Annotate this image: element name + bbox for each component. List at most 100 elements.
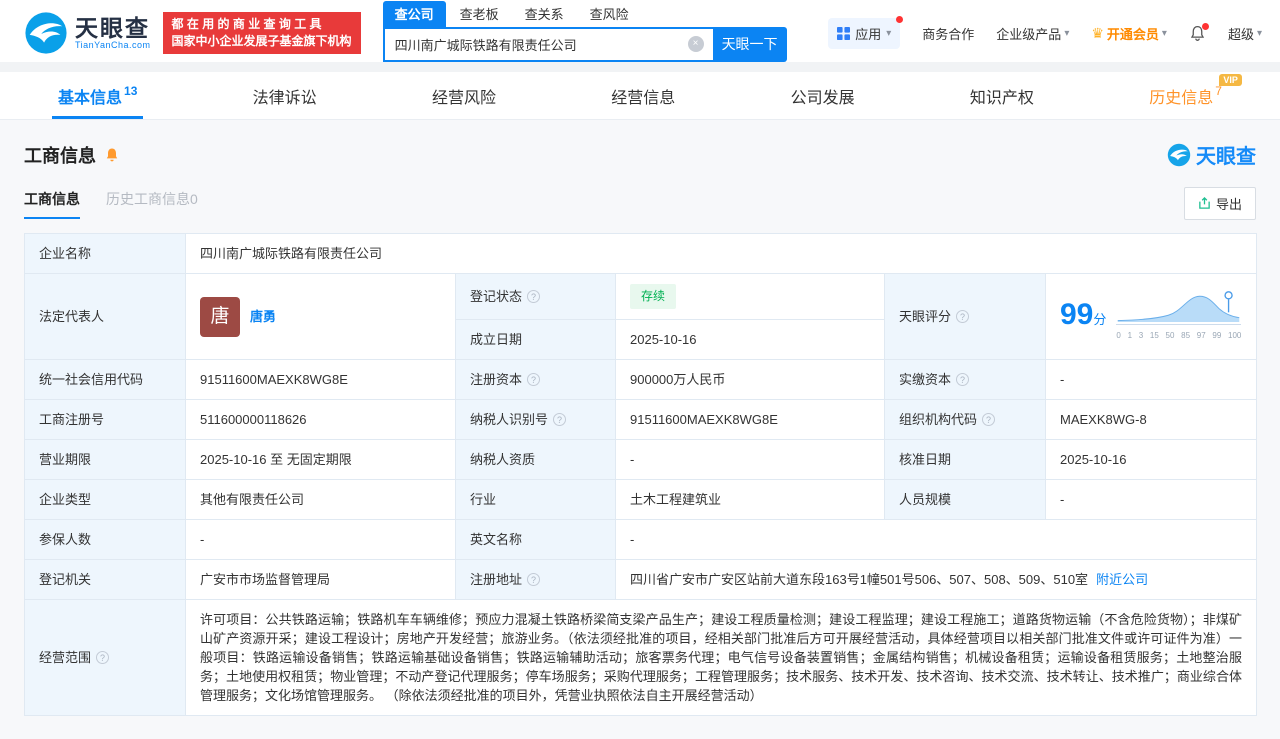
info-icon[interactable]: ? xyxy=(982,413,996,426)
table-row: 企业类型 其他有限责任公司 行业 土木工程建筑业 人员规模 - xyxy=(24,479,1257,520)
caret-down-icon: ▾ xyxy=(1256,27,1262,39)
slogan-line2: 国家中小企业发展子基金旗下机构 xyxy=(171,34,352,48)
tab-operating-risk[interactable]: 经营风险 xyxy=(426,72,502,119)
tab-label: 经营信息 xyxy=(611,89,676,107)
search-tab-company[interactable]: 查公司 xyxy=(382,0,446,27)
field-staff-size-label: 人员规模 xyxy=(884,479,1046,520)
tab-operating-info[interactable]: 经营信息 xyxy=(605,72,681,119)
section-header: 工商信息 天眼查 xyxy=(24,140,1256,169)
field-staff-size-value: - xyxy=(1045,479,1257,520)
tianyancha-logo-icon xyxy=(25,12,67,54)
info-icon[interactable]: ? xyxy=(956,373,970,386)
score-tick-label: 1 xyxy=(1127,330,1133,340)
score-tick-label: 0 xyxy=(1116,330,1121,340)
field-taxpayer-qual-value: - xyxy=(615,439,885,480)
label-text: 注册资本 xyxy=(470,372,523,387)
field-industry-value: 土木工程建筑业 xyxy=(615,479,885,520)
search-tab-relation[interactable]: 查关系 xyxy=(513,1,576,27)
table-row: 营业期限 2025-10-16 至 无固定期限 纳税人资质 - 核准日期 202… xyxy=(24,439,1257,480)
field-credit-code-value: 91511600MAEXK8WG8E xyxy=(185,359,456,400)
field-company-name-value: 四川南广城际铁路有限责任公司 xyxy=(185,233,1257,274)
tab-label: 历史信息 xyxy=(1149,89,1214,107)
caret-down-icon: ▾ xyxy=(1064,27,1070,39)
score-tick-label: 3 xyxy=(1138,330,1144,340)
field-reg-status-value: 存续 xyxy=(615,273,885,320)
enterprise-products-link[interactable]: 企业级产品 ▾ xyxy=(996,24,1069,43)
open-vip-link[interactable]: ♛ 开通会员 ▾ xyxy=(1091,24,1167,43)
tab-company-development[interactable]: 公司发展 xyxy=(785,72,861,119)
score-tick-label: 50 xyxy=(1165,330,1175,340)
field-business-term-label: 营业期限 xyxy=(24,439,186,480)
tianyancha-logo[interactable]: 天眼查 TianYanCha.com xyxy=(24,11,151,55)
score-tick-label: 97 xyxy=(1196,330,1206,340)
top-right-nav: 应用 ▾ 商务合作 企业级产品 ▾ ♛ 开通会员 ▾ 超级 ▾ xyxy=(828,15,1262,49)
legal-rep-avatar[interactable]: 唐 xyxy=(200,296,240,337)
apps-menu[interactable]: 应用 ▾ xyxy=(828,15,904,49)
info-icon[interactable]: ? xyxy=(553,413,567,426)
tab-intellectual-property[interactable]: 知识产权 xyxy=(964,72,1040,119)
status-badge: 存续 xyxy=(630,284,677,309)
label-text: 注册地址 xyxy=(470,572,523,587)
field-reg-authority-label: 登记机关 xyxy=(24,559,186,600)
field-reg-capital-label: 注册资本? xyxy=(455,359,616,400)
score-tick-label: 85 xyxy=(1181,330,1191,340)
info-icon[interactable]: ? xyxy=(527,373,541,386)
score-axis-ticks: 0 1 3 15 50 85 97 99 100 xyxy=(1116,326,1241,345)
caret-down-icon: ▾ xyxy=(886,27,892,39)
divider-strip xyxy=(0,62,1280,72)
score-tick-label: 99 xyxy=(1212,330,1222,340)
tab-label: 法律诉讼 xyxy=(252,89,317,107)
monitor-bell-icon[interactable] xyxy=(104,147,120,163)
table-row: 经营范围? 许可项目：公共铁路运输；铁路机车车辆维修；预应力混凝土铁路桥梁简支梁… xyxy=(24,599,1257,716)
table-row: 参保人数 - 英文名称 - xyxy=(24,519,1257,560)
super-menu[interactable]: 超级 ▾ xyxy=(1228,24,1262,43)
field-taxpayer-id-value: 91511600MAEXK8WG8E xyxy=(615,399,885,440)
biz-cooperation-label: 商务合作 xyxy=(922,26,975,42)
subtab-business-info[interactable]: 工商信息 xyxy=(24,189,80,219)
search-input[interactable] xyxy=(382,26,713,62)
enterprise-products-label: 企业级产品 xyxy=(996,26,1062,42)
info-icon[interactable]: ? xyxy=(96,651,110,664)
search-tab-risk[interactable]: 查风险 xyxy=(578,1,641,27)
field-paid-capital-value: - xyxy=(1045,359,1257,400)
score-curve xyxy=(1116,290,1242,325)
nearby-companies-link[interactable]: 附近公司 xyxy=(1096,572,1148,587)
section-title: 工商信息 xyxy=(24,145,96,166)
tab-basic-info[interactable]: 基本信息 13 xyxy=(52,72,144,119)
subtab-history-business-info[interactable]: 历史工商信息0 xyxy=(106,189,198,219)
field-business-scope-value: 许可项目：公共铁路运输；铁路机车车辆维修；预应力混凝土铁路桥梁简支梁产品生产；建… xyxy=(185,599,1257,716)
field-reg-address-label: 注册地址? xyxy=(455,559,616,600)
info-icon[interactable]: ? xyxy=(956,310,970,323)
info-icon[interactable]: ? xyxy=(527,573,541,586)
label-text: 登记状态 xyxy=(470,289,523,304)
legal-rep-name-link[interactable]: 唐勇 xyxy=(250,307,276,326)
field-reg-number-label: 工商注册号 xyxy=(24,399,186,440)
score-tick-label: 15 xyxy=(1149,330,1159,340)
search-box: × xyxy=(382,26,713,62)
slogan-line1: 都 在 用 的 商 业 查 询 工 具 xyxy=(171,17,322,31)
field-score-value[interactable]: 99分 0 1 3 15 50 85 97 99 100 xyxy=(1045,273,1257,360)
notifications-bell[interactable] xyxy=(1189,22,1209,42)
search-tab-boss[interactable]: 查老板 xyxy=(448,1,511,27)
tab-label: 公司发展 xyxy=(790,89,855,107)
tab-history-info[interactable]: 历史信息 7 VIP xyxy=(1143,72,1242,119)
field-credit-code-label: 统一社会信用代码 xyxy=(24,359,186,400)
search-button[interactable]: 天眼一下 xyxy=(712,26,787,62)
info-icon[interactable]: ? xyxy=(527,290,541,303)
field-org-code-label: 组织机构代码? xyxy=(884,399,1046,440)
field-org-code-value: MAEXK8WG-8 xyxy=(1045,399,1257,440)
export-button[interactable]: 导出 xyxy=(1183,187,1256,220)
apps-label: 应用 xyxy=(855,26,882,42)
field-industry-label: 行业 xyxy=(455,479,616,520)
field-english-name-value: - xyxy=(615,519,1257,560)
field-reg-authority-value: 广安市市场监督管理局 xyxy=(185,559,456,600)
search-row: × 天眼一下 xyxy=(382,26,787,62)
clear-icon[interactable]: × xyxy=(687,35,704,52)
apps-grid-icon xyxy=(837,26,851,40)
brand-slogan-badge: 都 在 用 的 商 业 查 询 工 具 国家中小企业发展子基金旗下机构 xyxy=(162,12,361,54)
tab-label: 基本信息 xyxy=(58,89,123,107)
table-row: 统一社会信用代码 91511600MAEXK8WG8E 注册资本? 900000… xyxy=(24,359,1257,400)
biz-cooperation-link[interactable]: 商务合作 xyxy=(922,24,974,43)
tab-legal-proceedings[interactable]: 法律诉讼 xyxy=(247,72,323,119)
label-text: 天眼评分 xyxy=(899,309,952,324)
